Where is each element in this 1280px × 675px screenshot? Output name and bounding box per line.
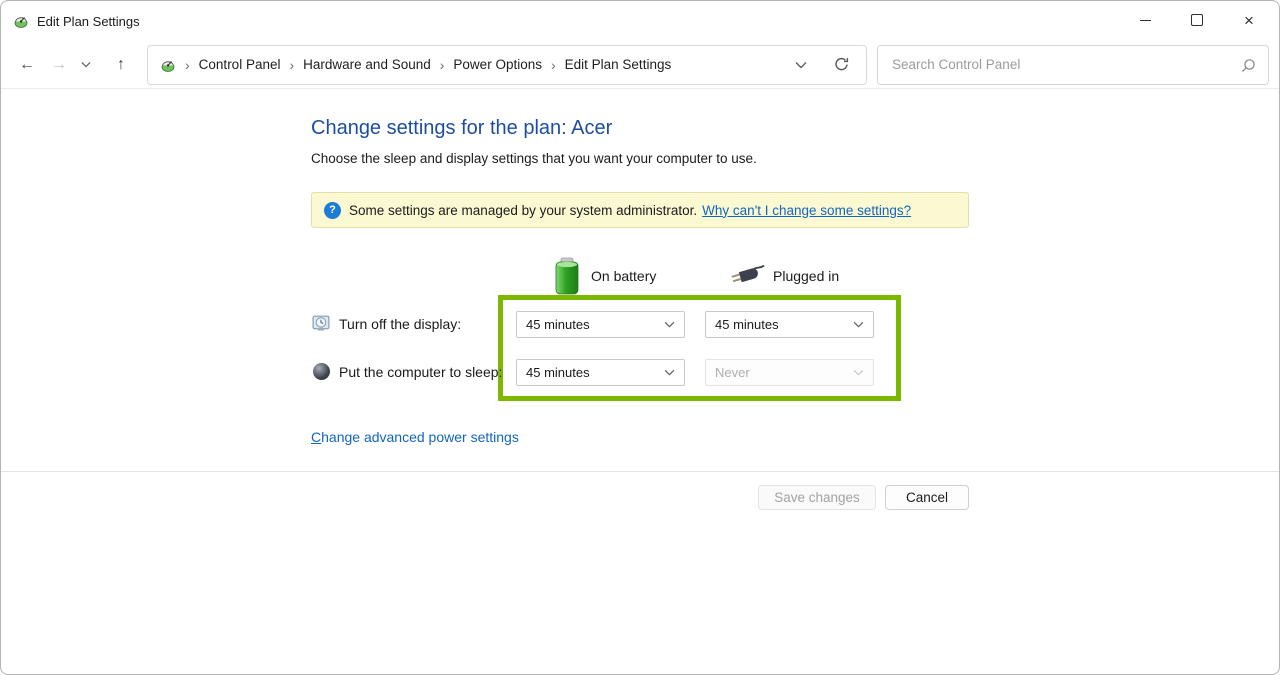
sleep-icon <box>313 363 330 380</box>
breadcrumb-hardware-and-sound[interactable]: Hardware and Sound <box>303 57 431 72</box>
close-icon: × <box>1244 12 1254 29</box>
window-title: Edit Plan Settings <box>37 14 140 29</box>
maximize-button[interactable] <box>1171 1 1223 39</box>
breadcrumb-separator: › <box>289 57 294 73</box>
refresh-icon[interactable] <box>833 56 850 73</box>
breadcrumb-control-panel[interactable]: Control Panel <box>199 57 281 72</box>
select-value: 45 minutes <box>517 365 664 380</box>
breadcrumb-power-options[interactable]: Power Options <box>453 57 542 72</box>
maximize-icon <box>1191 14 1203 26</box>
breadcrumb-separator: › <box>185 57 190 73</box>
titlebar: Edit Plan Settings × <box>1 1 1279 41</box>
breadcrumb-separator: › <box>551 57 556 73</box>
select-value: 45 minutes <box>706 317 853 332</box>
breadcrumb-separator: › <box>440 57 445 73</box>
address-bar[interactable]: › Control Panel › Hardware and Sound › P… <box>147 45 867 85</box>
display-on-battery-select[interactable]: 45 minutes <box>516 311 685 338</box>
help-icon: ? <box>324 202 341 219</box>
plugged-in-column-header: Plugged in <box>773 268 839 284</box>
chevron-down-icon <box>853 369 864 376</box>
up-icon: ↑ <box>117 56 125 74</box>
minimize-button[interactable] <box>1119 1 1171 39</box>
minimize-icon <box>1140 20 1151 21</box>
change-advanced-power-settings-link[interactable]: Change advanced power settings <box>311 429 519 445</box>
up-button[interactable]: ↑ <box>105 49 137 81</box>
edit-plan-settings-window: Edit Plan Settings × ← → ↑ › Control <box>0 0 1280 675</box>
turn-off-display-label: Turn off the display: <box>339 316 461 332</box>
sleep-on-battery-select[interactable]: 45 minutes <box>516 359 685 386</box>
battery-icon <box>554 257 580 300</box>
display-icon <box>312 314 331 338</box>
chevron-down-icon <box>81 61 91 68</box>
put-computer-to-sleep-label: Put the computer to sleep: <box>339 364 502 380</box>
power-plan-icon <box>13 13 29 29</box>
back-button[interactable]: ← <box>11 49 43 81</box>
chevron-down-icon <box>853 321 864 328</box>
forward-button[interactable]: → <box>43 49 75 81</box>
select-value: 45 minutes <box>517 317 664 332</box>
on-battery-column-header: On battery <box>591 268 656 284</box>
navigation-bar: ← → ↑ › Control Panel › Hardware and Sou… <box>1 41 1279 89</box>
page-subtitle: Choose the sleep and display settings th… <box>311 151 757 166</box>
address-dropdown-chevron-icon[interactable] <box>795 61 807 69</box>
forward-icon: → <box>51 56 67 74</box>
cancel-button[interactable]: Cancel <box>885 485 969 510</box>
page-title: Change settings for the plan: Acer <box>311 117 612 140</box>
footer-divider <box>1 471 1279 472</box>
close-button[interactable]: × <box>1223 1 1275 39</box>
admin-notice-banner: ? Some settings are managed by your syst… <box>311 192 969 228</box>
display-plugged-in-select[interactable]: 45 minutes <box>705 311 874 338</box>
why-cant-i-change-settings-link[interactable]: Why can't I change some settings? <box>702 203 911 218</box>
window-controls: × <box>1119 1 1275 39</box>
breadcrumb-edit-plan-settings[interactable]: Edit Plan Settings <box>565 57 672 72</box>
admin-notice-text: Some settings are managed by your system… <box>349 203 697 218</box>
chevron-down-icon <box>664 321 675 328</box>
plug-icon <box>728 262 770 293</box>
chevron-down-icon <box>664 369 675 376</box>
select-value: Never <box>706 365 853 380</box>
search-input[interactable] <box>878 57 1268 72</box>
back-icon: ← <box>19 56 35 74</box>
recent-locations-button[interactable] <box>75 49 97 81</box>
sleep-plugged-in-select[interactable]: Never <box>705 359 874 386</box>
search-box <box>877 45 1269 85</box>
main-content: Change settings for the plan: Acer Choos… <box>1 89 1279 674</box>
save-changes-button[interactable]: Save changes <box>758 485 876 510</box>
power-plan-icon <box>160 57 176 73</box>
search-icon <box>1240 58 1256 74</box>
